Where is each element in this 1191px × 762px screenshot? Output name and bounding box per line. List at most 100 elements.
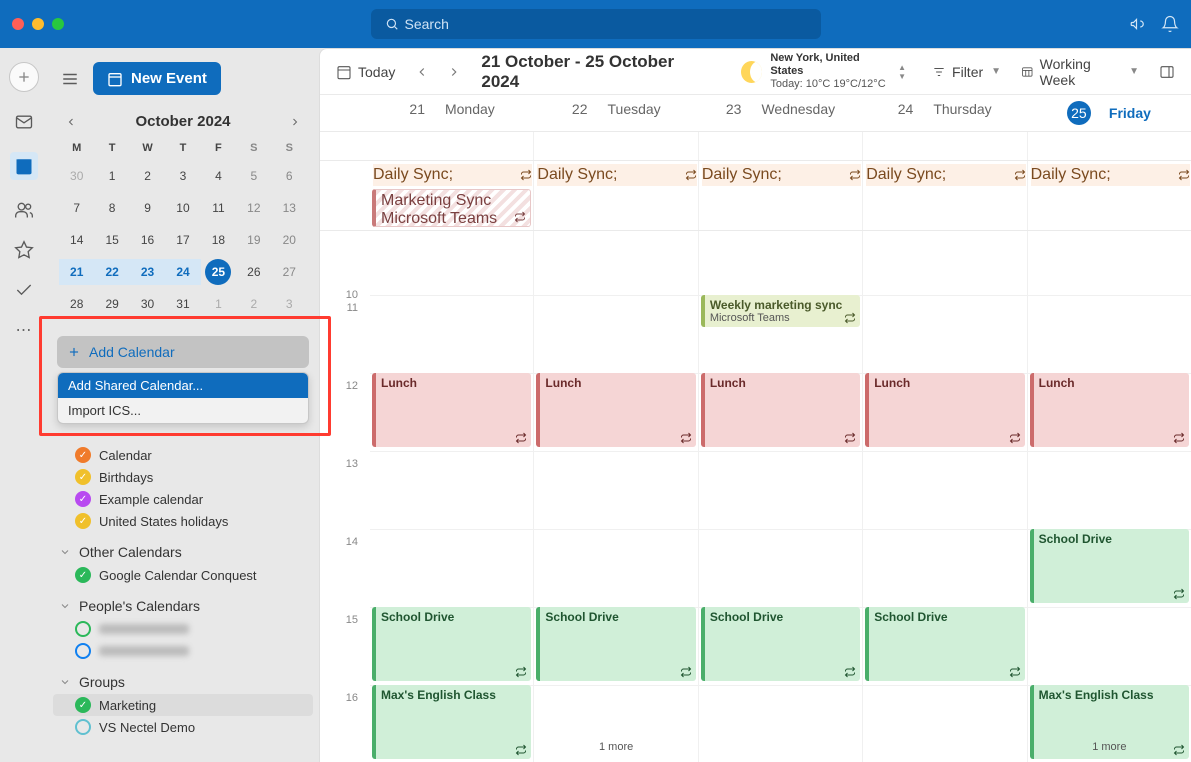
allday-cell[interactable]: Daily Sync; [1027, 161, 1191, 230]
tasks-icon[interactable] [14, 280, 34, 300]
mini-cal-day[interactable]: 21 [59, 259, 94, 285]
event-school-drive[interactable]: School Drive [536, 607, 695, 681]
mini-cal-day[interactable]: 2 [135, 163, 161, 189]
calendar-item[interactable]: United States holidays [53, 510, 313, 532]
calendar-icon[interactable] [10, 152, 38, 180]
mini-cal-day[interactable]: 27 [276, 259, 302, 285]
allday-cell[interactable]: Daily Sync; Marketing SyncMicrosoft Teams [370, 161, 533, 230]
mini-cal-prev-button[interactable] [65, 116, 77, 128]
mini-cal-next-button[interactable] [289, 116, 301, 128]
day-header[interactable]: 23Wednesday [698, 95, 862, 131]
mini-cal-day[interactable]: 3 [276, 291, 302, 317]
today-button[interactable]: Today [330, 60, 401, 84]
event-daily-sync[interactable]: Daily Sync; [866, 164, 1025, 186]
bell-icon[interactable] [1161, 15, 1179, 33]
close-window-button[interactable] [12, 18, 24, 30]
event-school-drive[interactable]: School Drive [1030, 529, 1189, 603]
day-column[interactable]: Lunch School DriveMax's English Class [370, 231, 533, 762]
event-school-drive[interactable]: School Drive [372, 607, 531, 681]
event-lunch[interactable]: Lunch [536, 373, 695, 447]
view-picker-button[interactable]: Working Week ▼ [1015, 52, 1145, 92]
day-header[interactable]: 25Friday [1027, 95, 1191, 131]
day-header[interactable]: 22Tuesday [534, 95, 698, 131]
allday-cell[interactable]: Daily Sync; [533, 161, 697, 230]
day-header[interactable]: 24Thursday [863, 95, 1027, 131]
new-event-button[interactable]: New Event [93, 62, 221, 95]
mini-cal-day[interactable]: 1 [205, 291, 231, 317]
calendar-item[interactable]: VS Nectel Demo [53, 716, 313, 738]
add-shared-calendar-item[interactable]: Add Shared Calendar... [58, 373, 308, 398]
import-ics-item[interactable]: Import ICS... [58, 398, 308, 423]
calendar-item[interactable]: Example calendar [53, 488, 313, 510]
calendar-item[interactable] [53, 640, 313, 662]
event-lunch[interactable]: Lunch [1030, 373, 1189, 447]
mini-cal-day[interactable]: 13 [276, 195, 302, 221]
mini-cal-day[interactable]: 26 [241, 259, 267, 285]
event-marketing-sync[interactable]: Marketing SyncMicrosoft Teams [372, 189, 531, 227]
weather-up-icon[interactable]: ▲ [898, 63, 906, 72]
calendar-item[interactable]: Google Calendar Conquest [53, 564, 313, 586]
more-events-link[interactable]: 1 more [599, 741, 633, 760]
mini-cal-day[interactable]: 16 [135, 227, 161, 253]
mini-cal-day[interactable]: 30 [64, 163, 90, 189]
weather-down-icon[interactable]: ▼ [898, 72, 906, 81]
mini-cal-day[interactable]: 14 [64, 227, 90, 253]
filter-button[interactable]: Filter ▼ [926, 60, 1007, 84]
mini-cal-day[interactable]: 3 [170, 163, 196, 189]
mini-cal-day[interactable]: 24 [165, 259, 200, 285]
day-header[interactable]: 21Monday [370, 95, 534, 131]
event-daily-sync[interactable]: Daily Sync; [373, 164, 532, 186]
mini-cal-day[interactable]: 2 [241, 291, 267, 317]
day-column[interactable]: Lunch School Drive 1 more [533, 231, 697, 762]
mini-cal-day[interactable]: 22 [94, 259, 129, 285]
mini-cal-day[interactable]: 9 [135, 195, 161, 221]
event-lunch[interactable]: Lunch [865, 373, 1024, 447]
hamburger-button[interactable] [57, 66, 83, 92]
day-column[interactable]: LunchSchool DriveMax's English Class1 mo… [1027, 231, 1191, 762]
more-events-link[interactable]: 1 more [1092, 741, 1126, 760]
event-school-drive[interactable]: School Drive [865, 607, 1024, 681]
mini-cal-day[interactable]: 4 [205, 163, 231, 189]
mini-cal-day[interactable]: 23 [130, 259, 165, 285]
mini-cal-day[interactable]: 10 [170, 195, 196, 221]
mini-cal-day[interactable]: 12 [241, 195, 267, 221]
weather-widget[interactable]: New York, United States Today: 10°C 19°C… [741, 52, 906, 92]
more-apps-icon[interactable]: ⋯ [16, 320, 32, 340]
mini-cal-day[interactable]: 1 [99, 163, 125, 189]
calendar-item[interactable] [53, 618, 313, 640]
favorites-icon[interactable] [14, 240, 34, 260]
day-column[interactable]: Lunch School Drive Weekly marketing syncMi… [698, 231, 862, 762]
calendar-item[interactable]: Calendar [53, 444, 313, 466]
event-daily-sync[interactable]: Daily Sync; [702, 164, 861, 186]
mail-icon[interactable] [14, 112, 34, 132]
mini-cal-day[interactable]: 17 [170, 227, 196, 253]
week-prev-button[interactable] [411, 61, 433, 83]
event-daily-sync[interactable]: Daily Sync; [1031, 164, 1190, 186]
calendar-item[interactable]: Birthdays [53, 466, 313, 488]
mini-cal-day[interactable]: 18 [205, 227, 231, 253]
allday-cell[interactable]: Daily Sync; [698, 161, 862, 230]
mini-cal-day[interactable]: 29 [99, 291, 125, 317]
maximize-window-button[interactable] [52, 18, 64, 30]
mini-cal-day[interactable]: 15 [99, 227, 125, 253]
event-weekly-marketing[interactable]: Weekly marketing syncMicrosoft Teams [701, 295, 860, 327]
people-icon[interactable] [14, 200, 34, 220]
mini-cal-day[interactable]: 30 [135, 291, 161, 317]
event-lunch[interactable]: Lunch [701, 373, 860, 447]
event-english-class[interactable]: Max's English Class [372, 685, 531, 759]
search-input[interactable]: Search [371, 9, 821, 39]
add-calendar-button[interactable]: Add Calendar [57, 336, 309, 368]
megaphone-icon[interactable] [1129, 15, 1147, 33]
day-column[interactable]: Lunch School Drive [862, 231, 1026, 762]
event-school-drive[interactable]: School Drive [701, 607, 860, 681]
panel-toggle-button[interactable] [1153, 60, 1181, 84]
mini-cal-day[interactable]: 20 [276, 227, 302, 253]
event-lunch[interactable]: Lunch [372, 373, 531, 447]
other-calendars-header[interactable]: Other Calendars [53, 540, 313, 564]
week-next-button[interactable] [443, 61, 465, 83]
mini-cal-day[interactable]: 19 [241, 227, 267, 253]
event-daily-sync[interactable]: Daily Sync; [537, 164, 696, 186]
calendar-item[interactable]: Marketing [53, 694, 313, 716]
mini-cal-day[interactable]: 7 [64, 195, 90, 221]
groups-header[interactable]: Groups [53, 670, 313, 694]
